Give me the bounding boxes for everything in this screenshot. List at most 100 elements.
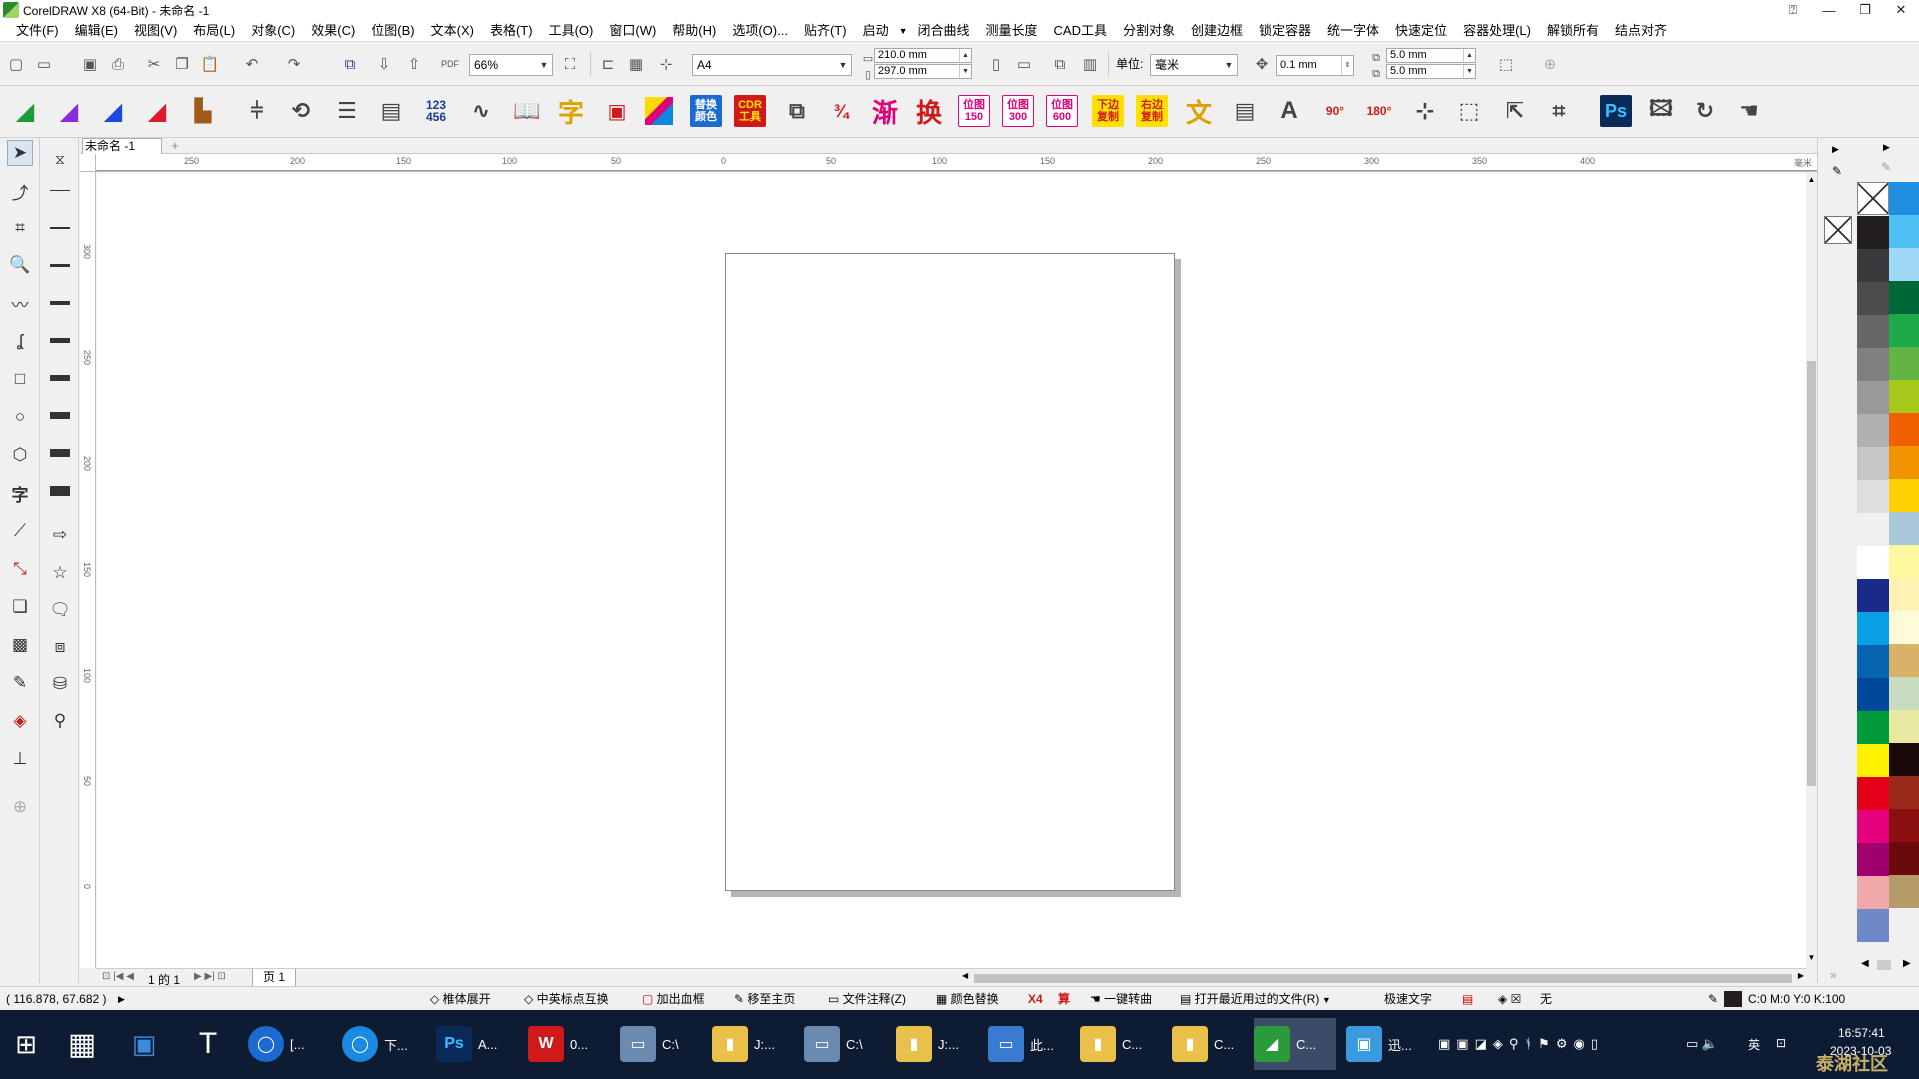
menu-launch[interactable]: 启动 — [855, 20, 897, 41]
taskbar-app-drive-c[interactable]: ▭ C:\ — [620, 1018, 702, 1070]
blue-arrow-tool-icon[interactable]: ◢ — [96, 94, 130, 128]
font-button[interactable]: 字 — [554, 94, 588, 128]
polygon-tool-icon[interactable]: ⬡ — [7, 442, 33, 468]
chevron-down-icon[interactable]: ▼ — [897, 20, 910, 41]
taskbar-app-folder-j2[interactable]: ▮ J:... — [896, 1018, 978, 1070]
move-to-master-button[interactable]: ✎ 移至主页 — [734, 987, 795, 1011]
palette-swatch[interactable] — [1889, 281, 1919, 314]
hourglass-icon[interactable]: ⧖ — [47, 146, 73, 172]
current-page-icon[interactable]: ▥ — [1080, 54, 1100, 74]
page-tab-1[interactable]: 页 1 — [252, 969, 297, 987]
palette-swatch[interactable] — [1889, 545, 1919, 578]
vertical-scroll-thumb[interactable] — [1807, 361, 1816, 786]
palette-swatch[interactable] — [1857, 909, 1889, 942]
ime-mode-icon[interactable]: ⊡ — [1776, 1036, 1786, 1050]
purple-arrow-tool-icon[interactable]: ◢ — [52, 94, 86, 128]
palette-no-fill-swatch[interactable] — [1857, 182, 1889, 215]
frame-select-icon[interactable]: ⬚ — [1452, 94, 1486, 128]
minimize-button[interactable]: — — [1811, 0, 1847, 20]
cdr-tools-button[interactable]: CDR 工具 — [734, 95, 766, 127]
undo-icon[interactable]: ↶ — [242, 54, 262, 74]
menu-options[interactable]: 选项(O)... — [724, 20, 796, 41]
system-tray-icons[interactable]: ▣▣◪◈⚲ᚬ⚑⚙◉▯ — [1438, 1036, 1604, 1052]
menu-snap[interactable]: 贴齐(T) — [796, 20, 855, 41]
menu-file[interactable]: 文件(F) — [8, 20, 67, 41]
palette-swatch[interactable] — [1857, 744, 1889, 777]
node-edit-icon[interactable]: ⚲ — [47, 708, 73, 734]
docker-collapse-icon[interactable]: » — [1830, 968, 1837, 982]
publish-pdf-icon[interactable]: PDF — [440, 54, 460, 74]
line-width-3[interactable] — [50, 264, 70, 267]
eyedropper-tool-icon[interactable]: ✎ — [7, 670, 33, 696]
horizontal-ruler[interactable]: 250 200 150 100 50 0 50 100 150 200 250 … — [96, 154, 1817, 172]
eyedropper-icon[interactable]: ✎ — [1832, 164, 1842, 178]
keyboard-icon[interactable]: ▤ — [1462, 987, 1473, 1011]
taskbar-app-this-pc[interactable]: ▭ 此... — [988, 1018, 1070, 1070]
docker-expand-icon[interactable]: ▶ — [1832, 144, 1839, 155]
book-icon[interactable]: 📖 — [510, 94, 544, 128]
taskbar-app-folder-c[interactable]: ▮ C... — [1080, 1018, 1162, 1070]
duplicate-distance-x-field[interactable]: 5.0 mm ▲ — [1386, 48, 1476, 63]
palette-swatch[interactable] — [1889, 479, 1919, 512]
palette-swatch[interactable] — [1857, 348, 1889, 381]
freehand-tool-icon[interactable]: 〰 — [7, 290, 33, 316]
page-width-field[interactable]: 210.0 mm ▲ — [874, 48, 972, 63]
horizontal-scrollbar[interactable]: ◀ ▶ — [960, 968, 1806, 986]
split-tool-icon[interactable]: ⫩ — [240, 94, 274, 128]
typeset-app-icon[interactable]: T — [182, 1018, 234, 1070]
vertical-scrollbar[interactable]: ▲ ▼ — [1806, 173, 1817, 968]
menu-help[interactable]: 帮助(H) — [664, 20, 724, 41]
fraction-icon[interactable]: ¾ — [824, 94, 858, 128]
palette-swatch[interactable] — [1889, 578, 1919, 611]
menu-edit[interactable]: 编辑(E) — [67, 20, 126, 41]
units-combo[interactable]: 毫米 ▼ — [1150, 54, 1238, 76]
palette-swatch[interactable] — [1857, 315, 1889, 348]
save-icon[interactable]: ▣ — [80, 54, 100, 74]
rulers-icon[interactable]: ⊏ — [598, 54, 618, 74]
palette-swatch[interactable] — [1857, 810, 1889, 843]
duplicate-distance-y-field[interactable]: 5.0 mm ▼ — [1386, 64, 1476, 79]
palette-scroll-thumb[interactable] — [1877, 960, 1891, 970]
palette-swatch[interactable] — [1889, 215, 1919, 248]
menu-split-object[interactable]: 分割对象 — [1115, 20, 1183, 41]
scroll-down-icon[interactable]: ▼ — [1806, 953, 1817, 962]
convert-curves-button[interactable]: ☚ 一键转曲 — [1090, 987, 1152, 1011]
bucket-tool-icon[interactable]: ▙ — [186, 94, 220, 128]
copy-right-button[interactable]: 右边 复制 — [1136, 95, 1168, 127]
menu-cad-tools[interactable]: CAD工具 — [1046, 20, 1115, 41]
landscape-icon[interactable]: ▭ — [1014, 54, 1034, 74]
outline-color-swatch[interactable] — [1724, 991, 1742, 1007]
menu-object[interactable]: 对象(C) — [243, 20, 303, 41]
palette-eyedropper-icon[interactable]: ✎ — [1881, 160, 1891, 174]
network-icon[interactable]: ▭ 🔈 — [1686, 1036, 1718, 1052]
palette-swatch[interactable] — [1889, 809, 1919, 842]
menu-create-border[interactable]: 创建边框 — [1183, 20, 1251, 41]
grid-icon[interactable]: ▦ — [626, 54, 646, 74]
nodes-icon[interactable]: ⌗ — [1542, 94, 1576, 128]
menu-lock-container[interactable]: 锁定容器 — [1251, 20, 1319, 41]
photoshop-button[interactable]: Ps — [1600, 95, 1632, 127]
open-folder-icon[interactable]: ▭ — [34, 54, 54, 74]
punctuation-swap-button[interactable]: ◇ 中英标点互换 — [524, 987, 609, 1011]
line-width-6[interactable] — [50, 375, 70, 381]
close-button[interactable]: ✕ — [1883, 0, 1919, 20]
callout-shape-icon[interactable]: 🗨 — [47, 597, 73, 623]
palette-scroll-right-icon[interactable]: ▶ — [1903, 958, 1911, 969]
menu-bitmaps[interactable]: 位图(B) — [363, 20, 422, 41]
add-tool-icon[interactable]: ⊕ — [7, 794, 33, 820]
import-icon[interactable]: ⇩ — [374, 54, 394, 74]
palette-swatch[interactable] — [1889, 743, 1919, 776]
stamp-icon[interactable]: ⛁ — [47, 671, 73, 697]
paste-icon[interactable]: 📋 — [200, 54, 220, 74]
menu-container-process[interactable]: 容器处理(L) — [1455, 20, 1539, 41]
palette-swatch[interactable] — [1857, 480, 1889, 513]
palette-swatch[interactable] — [1889, 710, 1919, 743]
zoom-level-combo[interactable]: 66% ▼ — [469, 54, 553, 76]
crop-tool-icon[interactable]: ⌗ — [7, 215, 33, 241]
help-icon[interactable]: ⍰ — [1775, 0, 1811, 20]
menu-text[interactable]: 文本(X) — [423, 20, 482, 41]
status-expand-icon[interactable]: ▶ — [118, 987, 125, 1011]
menu-table[interactable]: 表格(T) — [482, 20, 541, 41]
paste-text-icon[interactable]: ▤ — [1228, 94, 1262, 128]
file-notes-button[interactable]: ▭ 文件注释(Z) — [828, 987, 906, 1011]
